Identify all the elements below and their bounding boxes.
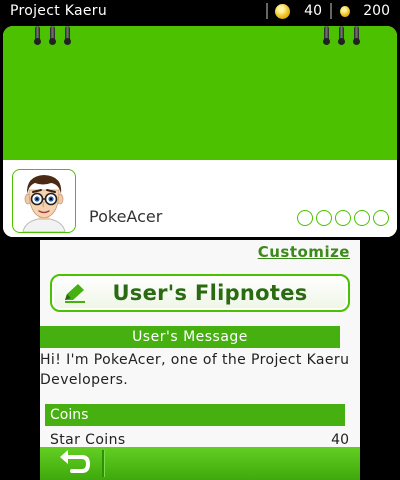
users-flipnotes-label: User's Flipnotes xyxy=(112,281,308,305)
app-title: Project Kaeru xyxy=(10,3,108,19)
page-indicator-dot xyxy=(335,210,351,226)
binder-ring-icon xyxy=(323,26,330,45)
status-separator xyxy=(266,3,268,19)
star-coin-count: 40 xyxy=(304,3,322,19)
coin-icon xyxy=(340,6,350,17)
binder-ring-icon xyxy=(338,26,345,45)
star-coins-label: Star Coins xyxy=(50,432,126,448)
binder-ring-icon xyxy=(353,26,360,45)
bottom-toolbar xyxy=(40,447,360,480)
binder-ring-icon xyxy=(49,26,56,45)
binder-ring-icon xyxy=(64,26,71,45)
customize-link[interactable]: Customize xyxy=(258,243,350,261)
avatar[interactable] xyxy=(12,169,76,233)
top-screen: Project Kaeru 40 200 PokeAcer xyxy=(0,0,400,240)
status-separator xyxy=(330,3,332,19)
page-indicator-dot xyxy=(316,210,332,226)
coins-section-header: Coins xyxy=(45,404,345,426)
coin-count: 200 xyxy=(363,3,390,19)
page-indicator-dot xyxy=(297,210,313,226)
binder-ring-icon xyxy=(34,26,41,45)
bottom-screen: Customize User's Flipnotes User's Messag… xyxy=(40,240,360,480)
back-arrow-icon xyxy=(60,450,90,473)
users-message-header: User's Message xyxy=(40,326,340,348)
star-coins-value: 40 xyxy=(331,432,349,448)
username: PokeAcer xyxy=(89,207,163,226)
page-indicator-dot xyxy=(373,210,389,226)
back-button[interactable] xyxy=(40,447,102,480)
star-coin-icon xyxy=(275,4,290,19)
users-message-text: Hi! I'm PokeAcer, one of the Project Kae… xyxy=(40,352,350,388)
page-indicator-dot xyxy=(354,210,370,226)
flipnote-preview[interactable] xyxy=(3,26,397,160)
status-bar: Project Kaeru 40 200 xyxy=(0,0,400,22)
mii-avatar-icon xyxy=(22,175,66,232)
toolbar-divider xyxy=(102,450,104,477)
users-flipnotes-button[interactable]: User's Flipnotes xyxy=(50,274,350,312)
